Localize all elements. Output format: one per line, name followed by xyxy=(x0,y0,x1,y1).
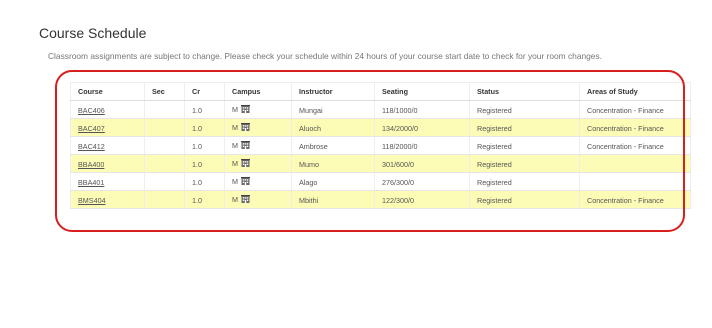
page-title: Course Schedule xyxy=(39,25,147,41)
course-link[interactable]: BMS404 xyxy=(78,196,106,205)
cr-cell: 1.0 xyxy=(184,100,225,119)
course-cell: BAC406 xyxy=(70,100,145,119)
col-header-sec[interactable]: Sec xyxy=(144,82,185,101)
campus-cell: M xyxy=(224,118,292,137)
cr-cell: 1.0 xyxy=(184,190,225,209)
table-row: BAC412 1.0 M Ambrose 118/2000/0 Register… xyxy=(70,136,691,155)
areas-of-study-cell: Concentration - Finance xyxy=(579,100,691,119)
cr-cell: 1.0 xyxy=(184,136,225,155)
campus-cell: M xyxy=(224,190,292,209)
building-icon[interactable] xyxy=(241,141,250,151)
campus-code: M xyxy=(232,141,238,150)
sec-cell xyxy=(144,154,185,173)
areas-of-study-cell: Concentration - Finance xyxy=(579,136,691,155)
campus-code: M xyxy=(232,177,238,186)
course-cell: BAC407 xyxy=(70,118,145,137)
building-icon[interactable] xyxy=(241,195,250,205)
course-link[interactable]: BBA401 xyxy=(78,178,104,187)
col-header-areas-of-study[interactable]: Areas of Study xyxy=(579,82,691,101)
col-header-instructor[interactable]: Instructor xyxy=(291,82,375,101)
table-row: BBA400 1.0 M Mumo 301/600/0 Registered xyxy=(70,154,691,173)
instructor-cell: Aluoch xyxy=(291,118,375,137)
status-cell: Registered xyxy=(469,136,580,155)
areas-of-study-cell xyxy=(579,172,691,191)
status-cell: Registered xyxy=(469,154,580,173)
cr-cell: 1.0 xyxy=(184,172,225,191)
seating-cell: 276/300/0 xyxy=(374,172,470,191)
col-header-seating[interactable]: Seating xyxy=(374,82,470,101)
table-row: BBA401 1.0 M Alago 276/300/0 Registered xyxy=(70,172,691,191)
instructor-cell: Mungai xyxy=(291,100,375,119)
areas-of-study-cell: Concentration - Finance xyxy=(579,118,691,137)
col-header-status[interactable]: Status xyxy=(469,82,580,101)
col-header-cr[interactable]: Cr xyxy=(184,82,225,101)
course-link[interactable]: BBA400 xyxy=(78,160,104,169)
sec-cell xyxy=(144,172,185,191)
course-cell: BMS404 xyxy=(70,190,145,209)
campus-cell: M xyxy=(224,136,292,155)
seating-cell: 122/300/0 xyxy=(374,190,470,209)
building-icon[interactable] xyxy=(241,159,250,169)
campus-cell: M xyxy=(224,100,292,119)
seating-cell: 134/2000/0 xyxy=(374,118,470,137)
course-link[interactable]: BAC407 xyxy=(78,124,105,133)
seating-cell: 118/1000/0 xyxy=(374,100,470,119)
campus-code: M xyxy=(232,123,238,132)
table-row: BMS404 1.0 M Mbithi 122/300/0 Registered… xyxy=(70,190,691,209)
course-cell: BBA400 xyxy=(70,154,145,173)
schedule-table-wrap: Course Sec Cr Campus Instructor Seating … xyxy=(70,82,691,209)
course-link[interactable]: BAC412 xyxy=(78,142,105,151)
status-cell: Registered xyxy=(469,190,580,209)
table-header-row: Course Sec Cr Campus Instructor Seating … xyxy=(70,82,691,101)
instructor-cell: Ambrose xyxy=(291,136,375,155)
schedule-table-body: BAC406 1.0 M Mungai 118/1000/0 Registere… xyxy=(70,100,691,209)
campus-code: M xyxy=(232,195,238,204)
seating-cell: 118/2000/0 xyxy=(374,136,470,155)
areas-of-study-cell: Concentration - Finance xyxy=(579,190,691,209)
status-cell: Registered xyxy=(469,118,580,137)
course-link[interactable]: BAC406 xyxy=(78,106,105,115)
campus-code: M xyxy=(232,105,238,114)
classroom-notice: Classroom assignments are subject to cha… xyxy=(48,51,602,61)
cr-cell: 1.0 xyxy=(184,118,225,137)
course-cell: BAC412 xyxy=(70,136,145,155)
sec-cell xyxy=(144,136,185,155)
table-row: BAC407 1.0 M Aluoch 134/2000/0 Registere… xyxy=(70,118,691,137)
sec-cell xyxy=(144,118,185,137)
table-row: BAC406 1.0 M Mungai 118/1000/0 Registere… xyxy=(70,100,691,119)
instructor-cell: Mumo xyxy=(291,154,375,173)
instructor-cell: Mbithi xyxy=(291,190,375,209)
campus-code: M xyxy=(232,159,238,168)
areas-of-study-cell xyxy=(579,154,691,173)
instructor-cell: Alago xyxy=(291,172,375,191)
building-icon[interactable] xyxy=(241,123,250,133)
status-cell: Registered xyxy=(469,172,580,191)
sec-cell xyxy=(144,190,185,209)
campus-cell: M xyxy=(224,172,292,191)
campus-cell: M xyxy=(224,154,292,173)
building-icon[interactable] xyxy=(241,105,250,115)
col-header-campus[interactable]: Campus xyxy=(224,82,292,101)
course-cell: BBA401 xyxy=(70,172,145,191)
status-cell: Registered xyxy=(469,100,580,119)
sec-cell xyxy=(144,100,185,119)
schedule-table: Course Sec Cr Campus Instructor Seating … xyxy=(70,82,691,209)
cr-cell: 1.0 xyxy=(184,154,225,173)
col-header-course[interactable]: Course xyxy=(70,82,145,101)
course-schedule-page: Course Schedule Classroom assignments ar… xyxy=(0,0,712,328)
building-icon[interactable] xyxy=(241,177,250,187)
seating-cell: 301/600/0 xyxy=(374,154,470,173)
